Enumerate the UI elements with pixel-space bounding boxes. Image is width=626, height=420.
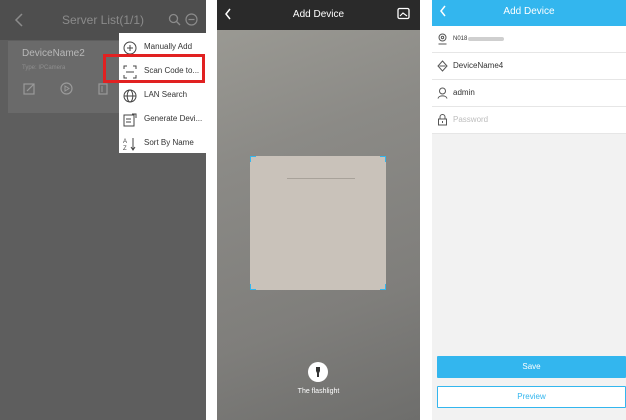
plus-circle-icon [123, 41, 137, 55]
location-pin-icon [438, 33, 447, 45]
scan-frame [250, 156, 386, 290]
device-name: DeviceName2 [22, 48, 85, 59]
frame-corner [250, 156, 256, 162]
album-icon[interactable] [397, 7, 410, 20]
device-id-value: N018 [453, 36, 468, 42]
password-field[interactable]: Password [432, 107, 626, 134]
device-type: Type: IPCamera [22, 65, 66, 71]
flashlight-label: The flashlight [297, 388, 340, 395]
edit-icon[interactable] [23, 82, 36, 95]
delete-icon[interactable] [98, 82, 108, 95]
menu-item-label: Generate Devi... [144, 114, 203, 123]
lock-icon [438, 114, 447, 126]
menu-item-label: LAN Search [144, 90, 188, 99]
menu-item-generate-device[interactable]: Generate Devi... [119, 108, 206, 132]
page-title: Add Device [292, 9, 345, 20]
diamond-icon [437, 60, 448, 72]
menu-item-label: Manually Add [144, 42, 193, 51]
menu-item-lan-search[interactable]: LAN Search [119, 84, 206, 108]
username-field[interactable]: admin [432, 80, 626, 107]
search-icon[interactable] [168, 13, 181, 26]
scan-screen: Add Device The flashlight [217, 0, 420, 420]
svg-text:Z: Z [123, 146, 127, 151]
device-id-field[interactable]: N018 [432, 26, 626, 53]
menu-item-label: Sort By Name [144, 138, 194, 147]
device-name-value: DeviceName4 [453, 61, 504, 70]
header-bar: Add Device [432, 0, 626, 26]
page-title: Add Device [503, 6, 555, 17]
svg-text:A: A [123, 139, 127, 145]
frame-corner [380, 284, 386, 290]
menu-item-sort-by-name[interactable]: A Z Sort By Name [119, 132, 206, 156]
frame-corner [380, 156, 386, 162]
flashlight-button[interactable] [308, 362, 328, 382]
preview-button[interactable]: Preview [437, 386, 626, 408]
add-menu-icon[interactable] [185, 13, 198, 26]
redacted-text [468, 37, 504, 41]
globe-icon [123, 89, 137, 103]
server-list-screen: Server List(1/1) DeviceName2 Type: IPCam… [0, 0, 206, 420]
generate-icon [123, 113, 137, 127]
add-device-form-screen: Add Device N018 DeviceName4 admin Passwo… [432, 0, 626, 420]
add-device-menu: Manually Add Scan Code to... LAN Search [119, 33, 206, 153]
password-placeholder: Password [453, 115, 489, 124]
frame-corner [250, 284, 256, 290]
flashlight-icon [316, 367, 320, 377]
header-bar: Add Device [217, 0, 420, 30]
playback-icon[interactable] [60, 82, 73, 95]
scan-line [287, 178, 355, 179]
save-button[interactable]: Save [437, 356, 626, 378]
username-value: admin [453, 88, 475, 97]
user-icon [437, 87, 448, 99]
device-name-field[interactable]: DeviceName4 [432, 53, 626, 80]
sort-az-icon: A Z [123, 138, 136, 151]
highlight-box [103, 54, 205, 83]
